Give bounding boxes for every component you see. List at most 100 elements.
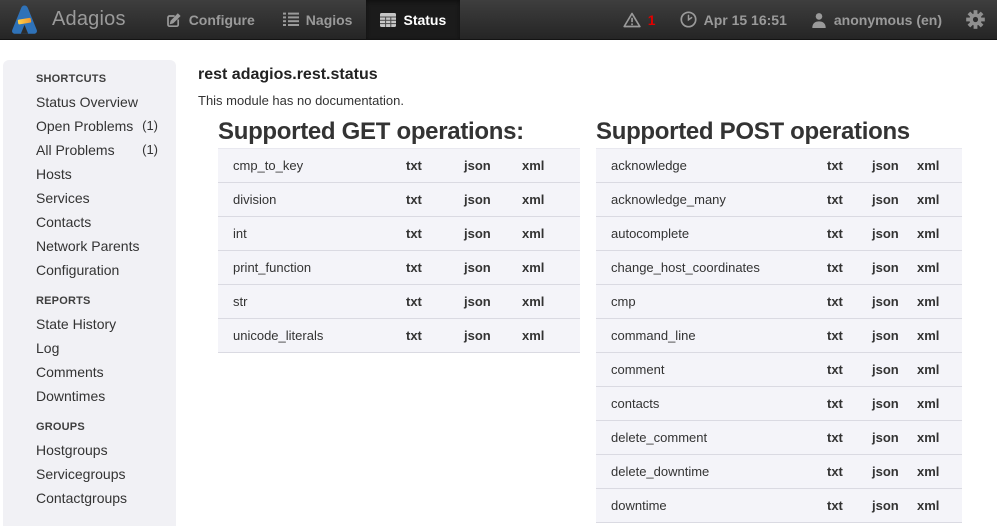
division-json-link[interactable]: json (464, 192, 491, 207)
sidebar-item-log[interactable]: Log (3, 336, 176, 360)
command-line-xml-link[interactable]: xml (917, 328, 939, 343)
clock-icon (680, 11, 697, 28)
user-menu[interactable]: anonymous (en) (811, 12, 942, 28)
sidebar-item-servicegroups[interactable]: Servicegroups (3, 462, 176, 486)
operation-name: autocomplete (596, 217, 827, 251)
operation-row-str: strtxtjsonxml (218, 285, 580, 319)
comment-json-link[interactable]: json (872, 362, 899, 377)
settings-button[interactable] (966, 10, 985, 29)
contacts-xml-link[interactable]: xml (917, 396, 939, 411)
operation-row-comment: commenttxt json xml (596, 353, 962, 387)
nav-item-configure[interactable]: Configure (152, 0, 269, 39)
datetime-indicator[interactable]: Apr 15 16:51 (680, 11, 787, 28)
sidebar-item-all-problems[interactable]: All Problems(1) (3, 138, 176, 162)
cmp-json-link[interactable]: json (872, 294, 899, 309)
cmp-xml-link[interactable]: xml (917, 294, 939, 309)
change-host-coordinates-txt-link[interactable]: txt (827, 260, 843, 275)
sidebar-item-state-history[interactable]: State History (3, 312, 176, 336)
adagios-logo-icon[interactable] (10, 4, 39, 35)
autocomplete-xml-link[interactable]: xml (917, 226, 939, 241)
delete-downtime-txt-link[interactable]: txt (827, 464, 843, 479)
nav-item-label: Configure (189, 12, 255, 28)
change-host-coordinates-json-link[interactable]: json (872, 260, 899, 275)
print-function-json-link[interactable]: json (464, 260, 491, 275)
format-cell: json (464, 319, 522, 353)
print-function-txt-link[interactable]: txt (406, 260, 422, 275)
nav-item-label: Status (403, 12, 446, 28)
format-cell: txt (827, 285, 872, 319)
acknowledge-many-json-link[interactable]: json (872, 192, 899, 207)
post-operations-section: Supported POST operations acknowledgetxt… (596, 108, 962, 523)
nav-item-nagios[interactable]: Nagios (269, 0, 367, 39)
delete-comment-json-link[interactable]: json (872, 430, 899, 445)
unicode-literals-txt-link[interactable]: txt (406, 328, 422, 343)
delete-comment-txt-link[interactable]: txt (827, 430, 843, 445)
contacts-json-link[interactable]: json (872, 396, 899, 411)
format-cell: txt (406, 251, 464, 285)
operation-name: downtime (596, 489, 827, 523)
post-operations-heading: Supported POST operations (596, 118, 962, 146)
operation-name: contacts (596, 387, 827, 421)
command-line-json-link[interactable]: json (872, 328, 899, 343)
sidebar-item-services[interactable]: Services (3, 186, 176, 210)
operation-name: comment (596, 353, 827, 387)
sidebar-item-configuration[interactable]: Configuration (3, 258, 176, 282)
nav-item-status[interactable]: Status (366, 0, 460, 39)
brand-name[interactable]: Adagios (52, 8, 126, 31)
module-doc-note: This module has no documentation. (198, 93, 997, 108)
comment-xml-link[interactable]: xml (917, 362, 939, 377)
downtime-txt-link[interactable]: txt (827, 498, 843, 513)
sidebar-item-status-overview[interactable]: Status Overview (3, 90, 176, 114)
downtime-xml-link[interactable]: xml (917, 498, 939, 513)
sidebar-item-open-problems[interactable]: Open Problems(1) (3, 114, 176, 138)
operation-name: unicode_literals (218, 319, 406, 353)
str-xml-link[interactable]: xml (522, 294, 544, 309)
acknowledge-xml-link[interactable]: xml (917, 158, 939, 173)
delete-downtime-json-link[interactable]: json (872, 464, 899, 479)
cmp-txt-link[interactable]: txt (827, 294, 843, 309)
delete-downtime-xml-link[interactable]: xml (917, 464, 939, 479)
sidebar-item-hostgroups[interactable]: Hostgroups (3, 438, 176, 462)
sidebar-item-contacts[interactable]: Contacts (3, 210, 176, 234)
cmp-to-key-json-link[interactable]: json (464, 158, 491, 173)
sidebar-item-network-parents[interactable]: Network Parents (3, 234, 176, 258)
sidebar-item-contactgroups[interactable]: Contactgroups (3, 486, 176, 510)
acknowledge-many-xml-link[interactable]: xml (917, 192, 939, 207)
autocomplete-json-link[interactable]: json (872, 226, 899, 241)
str-json-link[interactable]: json (464, 294, 491, 309)
format-cell: xml (917, 183, 962, 217)
unicode-literals-xml-link[interactable]: xml (522, 328, 544, 343)
command-line-txt-link[interactable]: txt (827, 328, 843, 343)
format-cell: xml (917, 319, 962, 353)
division-txt-link[interactable]: txt (406, 192, 422, 207)
delete-comment-xml-link[interactable]: xml (917, 430, 939, 445)
datetime-label: Apr 15 16:51 (704, 12, 787, 28)
downtime-json-link[interactable]: json (872, 498, 899, 513)
sidebar-item-downtimes[interactable]: Downtimes (3, 384, 176, 408)
cmp-to-key-xml-link[interactable]: xml (522, 158, 544, 173)
alerts-indicator[interactable]: 1 (623, 12, 656, 28)
acknowledge-many-txt-link[interactable]: txt (827, 192, 843, 207)
format-cell: json (464, 285, 522, 319)
sidebar-item-hosts[interactable]: Hosts (3, 162, 176, 186)
print-function-xml-link[interactable]: xml (522, 260, 544, 275)
sidebar-item-label: Hosts (36, 162, 72, 186)
sidebar-item-label: State History (36, 312, 116, 336)
int-txt-link[interactable]: txt (406, 226, 422, 241)
division-xml-link[interactable]: xml (522, 192, 544, 207)
sidebar: SHORTCUTSStatus OverviewOpen Problems(1)… (3, 60, 176, 526)
acknowledge-json-link[interactable]: json (872, 158, 899, 173)
sidebar-item-comments[interactable]: Comments (3, 360, 176, 384)
int-json-link[interactable]: json (464, 226, 491, 241)
autocomplete-txt-link[interactable]: txt (827, 226, 843, 241)
cmp-to-key-txt-link[interactable]: txt (406, 158, 422, 173)
sidebar-item-label: Services (36, 186, 90, 210)
comment-txt-link[interactable]: txt (827, 362, 843, 377)
edit-icon (166, 12, 182, 28)
unicode-literals-json-link[interactable]: json (464, 328, 491, 343)
change-host-coordinates-xml-link[interactable]: xml (917, 260, 939, 275)
int-xml-link[interactable]: xml (522, 226, 544, 241)
acknowledge-txt-link[interactable]: txt (827, 158, 843, 173)
contacts-txt-link[interactable]: txt (827, 396, 843, 411)
str-txt-link[interactable]: txt (406, 294, 422, 309)
